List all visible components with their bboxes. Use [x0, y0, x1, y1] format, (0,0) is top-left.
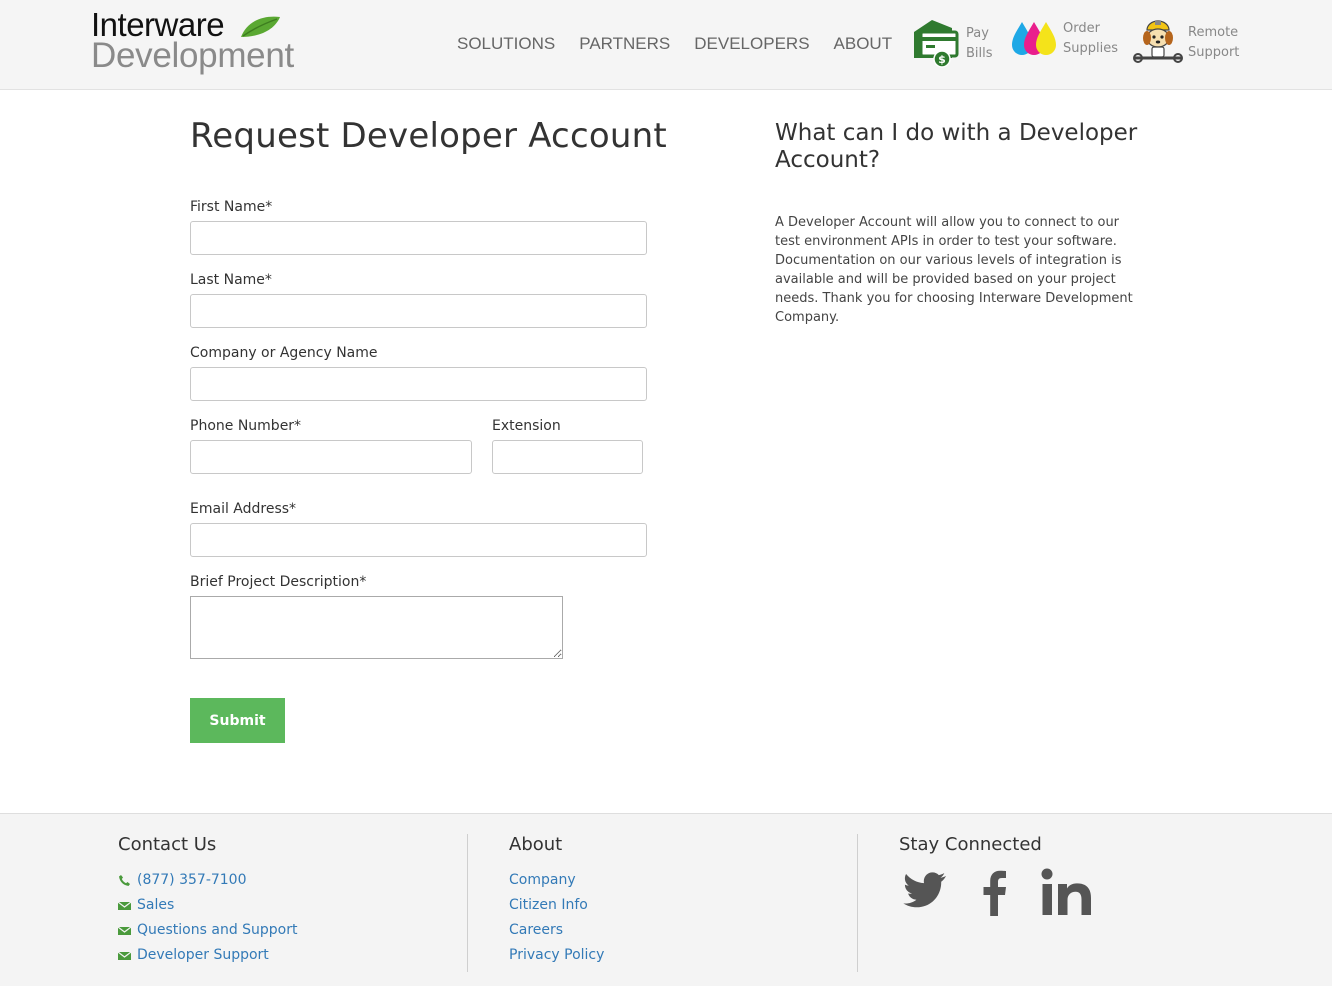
support-dog-icon	[1133, 20, 1183, 63]
nav-partners[interactable]: PARTNERS	[579, 33, 670, 55]
footer-contact-column: Contact Us (877) 357-7100 Sales Question…	[118, 832, 298, 968]
description-label: Brief Project Description*	[190, 574, 367, 590]
last-name-label: Last Name*	[190, 272, 272, 288]
footer-questions-link[interactable]: Questions and Support	[118, 918, 298, 943]
description-textarea[interactable]	[190, 596, 563, 659]
first-name-label: First Name*	[190, 199, 273, 215]
footer-social-heading: Stay Connected	[899, 834, 1042, 855]
main-nav: SOLUTIONS PARTNERS DEVELOPERS ABOUT	[457, 33, 916, 55]
footer-divider	[857, 834, 858, 972]
submit-button[interactable]: Submit	[190, 698, 285, 743]
footer-social-column: Stay Connected	[899, 832, 1127, 916]
footer-careers-link[interactable]: Careers	[509, 918, 604, 943]
company-input[interactable]	[190, 367, 647, 401]
nav-solutions[interactable]: SOLUTIONS	[457, 33, 555, 55]
pay-label-line1: Pay	[966, 26, 989, 41]
page-title: Request Developer Account	[190, 116, 667, 156]
site-footer: Contact Us (877) 357-7100 Sales Question…	[0, 813, 1332, 986]
nav-about[interactable]: ABOUT	[834, 33, 893, 55]
extension-input[interactable]	[492, 440, 643, 474]
bill-payment-icon: $	[914, 20, 959, 68]
remote-label-line2: Support	[1188, 45, 1240, 60]
footer-company-link[interactable]: Company	[509, 868, 604, 893]
footer-privacy-link[interactable]: Privacy Policy	[509, 943, 604, 968]
email-input[interactable]	[190, 523, 647, 557]
footer-sales-text: Sales	[137, 897, 175, 913]
extension-label: Extension	[492, 418, 561, 434]
pay-label-line2: Bills	[966, 46, 993, 61]
first-name-input[interactable]	[190, 221, 647, 255]
footer-sales-link[interactable]: Sales	[118, 893, 298, 918]
footer-dev-support-link[interactable]: Developer Support	[118, 943, 298, 968]
footer-about-heading: About	[509, 834, 563, 855]
remote-label-line1: Remote	[1188, 25, 1239, 40]
ink-drops-icon	[1012, 22, 1056, 55]
nav-developers[interactable]: DEVELOPERS	[694, 33, 809, 55]
last-name-input[interactable]	[190, 294, 647, 328]
twitter-icon[interactable]	[899, 871, 947, 913]
footer-questions-text: Questions and Support	[137, 922, 298, 938]
envelope-icon	[118, 951, 131, 961]
sidebar-title: What can I do with a Developer Account?	[775, 120, 1138, 173]
phone-icon	[118, 874, 131, 887]
remote-support-link[interactable]: Remote Support	[1133, 18, 1239, 68]
envelope-icon	[118, 926, 131, 936]
footer-contact-heading: Contact Us	[118, 834, 217, 855]
footer-phone-link[interactable]: (877) 357-7100	[118, 868, 298, 893]
order-label-line2: Supplies	[1063, 41, 1118, 56]
footer-phone-text: (877) 357-7100	[137, 872, 247, 888]
order-label-line1: Order	[1063, 21, 1100, 36]
footer-about-column: About Company Citizen Info Careers Priva…	[509, 832, 604, 968]
company-label: Company or Agency Name	[190, 345, 378, 361]
linkedin-icon[interactable]	[1041, 868, 1093, 916]
logo-line2: Development	[91, 36, 294, 75]
email-label: Email Address*	[190, 501, 297, 517]
phone-input[interactable]	[190, 440, 472, 474]
sidebar-description: A Developer Account will allow you to co…	[775, 215, 1133, 325]
footer-dev-support-text: Developer Support	[137, 947, 269, 963]
phone-label: Phone Number*	[190, 418, 302, 434]
interware-logo[interactable]: Interware Development	[91, 8, 301, 78]
svg-text:$: $	[938, 53, 946, 66]
footer-divider	[467, 834, 468, 972]
envelope-icon	[118, 901, 131, 911]
social-icons	[899, 868, 1127, 916]
pay-bills-link[interactable]: $ Pay Bills	[912, 18, 993, 70]
order-supplies-link[interactable]: Order Supplies	[1010, 18, 1118, 60]
footer-citizen-info-link[interactable]: Citizen Info	[509, 893, 604, 918]
facebook-icon[interactable]	[981, 868, 1007, 916]
site-header: Interware Development SOLUTIONS PARTNERS…	[0, 0, 1332, 90]
